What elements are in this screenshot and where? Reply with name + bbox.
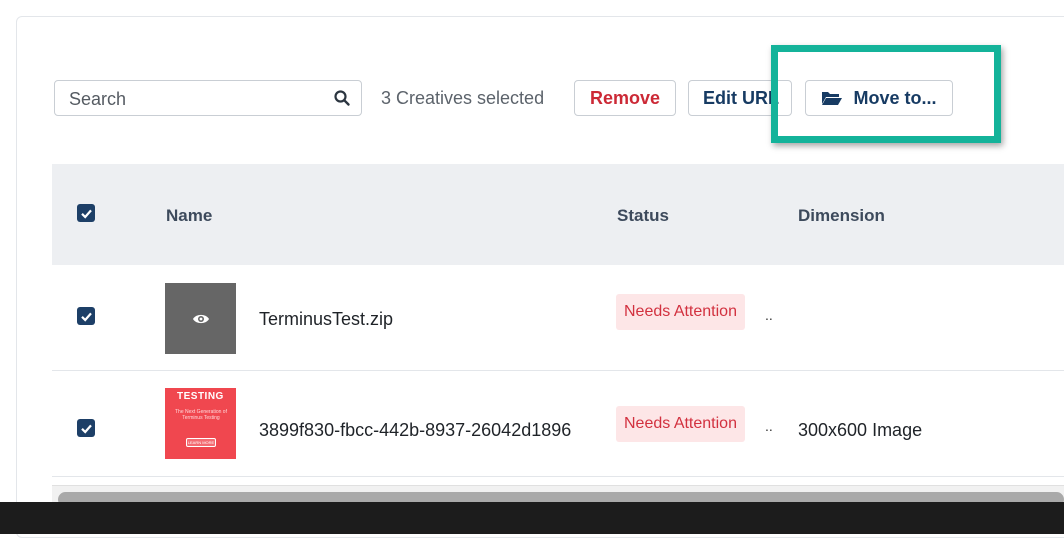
ellipsis-text: .. bbox=[765, 307, 773, 323]
search-icon[interactable] bbox=[333, 89, 351, 107]
table-row[interactable]: TerminusTest.zip Needs Attention .. bbox=[52, 265, 1064, 371]
search-box[interactable] bbox=[54, 80, 362, 117]
move-to-button[interactable]: Move to... bbox=[805, 80, 953, 116]
creative-thumbnail[interactable] bbox=[165, 283, 236, 354]
folder-open-icon bbox=[822, 92, 843, 105]
check-icon bbox=[80, 424, 92, 434]
status-badge: Needs Attention bbox=[616, 406, 745, 442]
thumbnail-title: TESTING bbox=[177, 391, 224, 402]
eye-icon bbox=[192, 314, 209, 323]
remove-button-label: Remove bbox=[589, 87, 661, 108]
table-header: Name Status Dimension bbox=[52, 164, 1064, 265]
check-icon bbox=[80, 209, 92, 219]
column-header-dimension[interactable]: Dimension bbox=[798, 206, 885, 226]
select-all-checkbox[interactable] bbox=[77, 204, 95, 222]
edit-url-button[interactable]: Edit URL bbox=[688, 80, 792, 116]
ellipsis-text: .. bbox=[765, 418, 773, 434]
edit-url-button-label: Edit URL bbox=[703, 87, 779, 108]
check-icon bbox=[80, 312, 92, 322]
bottom-bar bbox=[0, 502, 1064, 534]
thumbnail-body: The Next Generation of Terminus Testing bbox=[175, 409, 227, 421]
creative-name[interactable]: 3899f830-fbcc-442b-8937-26042d1896 bbox=[259, 420, 599, 441]
creative-name[interactable]: TerminusTest.zip bbox=[259, 309, 393, 330]
dimension-value: 300x600 Image bbox=[798, 420, 923, 440]
remove-button[interactable]: Remove bbox=[574, 80, 676, 116]
selected-count: 3 Creatives selected bbox=[381, 88, 545, 108]
column-header-name[interactable]: Name bbox=[166, 206, 212, 226]
table-row[interactable]: TESTING The Next Generation of Terminus … bbox=[52, 371, 1064, 477]
thumbnail-cta: LEARN MORE bbox=[186, 438, 216, 447]
column-header-status[interactable]: Status bbox=[617, 206, 669, 226]
move-to-button-label: Move to... bbox=[853, 87, 937, 108]
status-badge: Needs Attention bbox=[616, 294, 745, 330]
row-checkbox[interactable] bbox=[77, 307, 95, 325]
creative-thumbnail[interactable]: TESTING The Next Generation of Terminus … bbox=[165, 388, 236, 459]
search-input[interactable] bbox=[67, 81, 321, 117]
row-checkbox[interactable] bbox=[77, 419, 95, 437]
